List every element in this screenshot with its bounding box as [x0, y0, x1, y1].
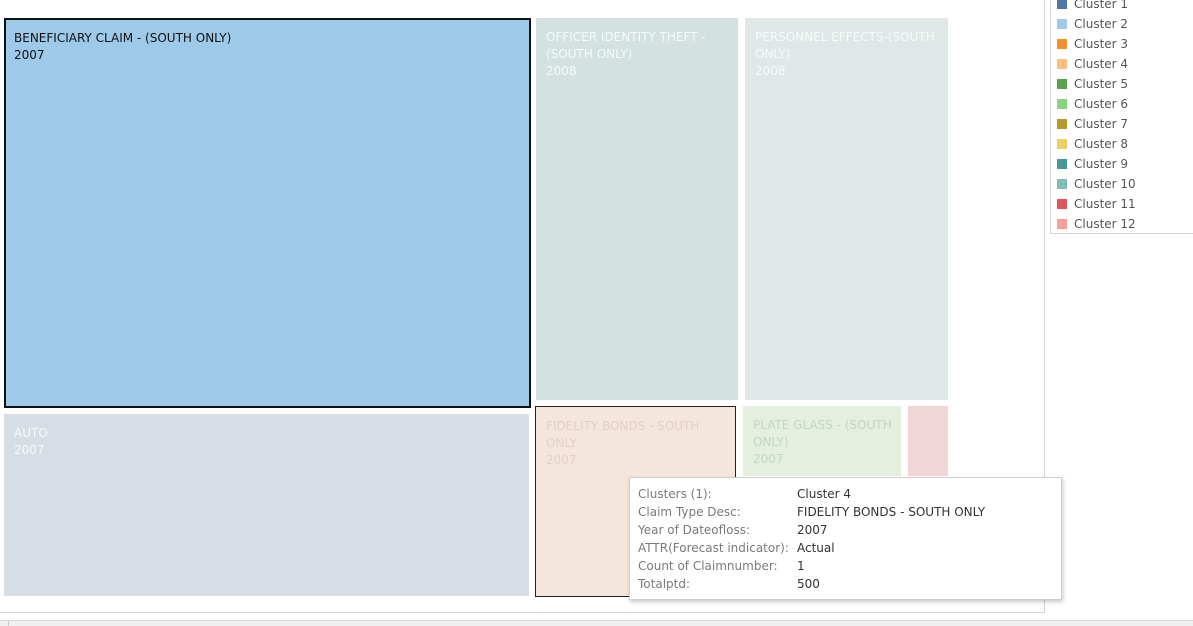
legend-item-cluster-9[interactable]: Cluster 9: [1057, 154, 1128, 174]
legend-item-cluster-12[interactable]: Cluster 12: [1057, 214, 1136, 234]
legend-label: Cluster 7: [1074, 117, 1129, 131]
horizontal-scrollbar[interactable]: [0, 620, 1193, 626]
tooltip-field-value: 2007: [797, 523, 828, 537]
legend-label: Cluster 5: [1074, 77, 1129, 91]
tile-year: 2008: [546, 64, 577, 78]
tooltip-field-value: 1: [797, 559, 805, 573]
cluster-legend: Cluster 1 Cluster 2 Cluster 3 Cluster 4 Clus…: [1050, 0, 1193, 234]
legend-swatch: [1057, 99, 1067, 109]
legend-swatch: [1057, 19, 1067, 29]
treemap-tile-beneficiary-claim-south-only[interactable]: BENEFICIARY CLAIM - (SOUTH ONLY) 2007: [4, 18, 531, 408]
legend-item-cluster-4[interactable]: Cluster 4: [1057, 54, 1128, 74]
treemap-tile-plate-glass-south-only[interactable]: PLATE GLASS - (SOUTH ONLY) 2007: [743, 406, 901, 476]
legend-item-cluster-1[interactable]: Cluster 1: [1057, 0, 1128, 14]
legend-swatch: [1057, 59, 1067, 69]
tooltip-field-value: 500: [797, 577, 820, 591]
legend-panel: Cluster 1 Cluster 2 Cluster 3 Cluster 4 Clus…: [1046, 0, 1193, 613]
legend-item-cluster-6[interactable]: Cluster 6: [1057, 94, 1128, 114]
legend-label: Cluster 6: [1074, 97, 1129, 111]
legend-swatch: [1057, 159, 1067, 169]
tile-claim-type: FIDELITY BONDS - SOUTH ONLY: [546, 419, 700, 450]
treemap-tile-label: BENEFICIARY CLAIM - (SOUTH ONLY) 2007: [14, 30, 521, 64]
legend-swatch: [1057, 199, 1067, 209]
tile-year: 2007: [14, 443, 45, 457]
legend-label: Cluster 3: [1074, 37, 1129, 51]
tooltip-field-label: ATTR(Forecast indicator):: [638, 541, 789, 555]
legend-item-cluster-3[interactable]: Cluster 3: [1057, 34, 1128, 54]
treemap-tile-label: AUTO 2007: [14, 425, 521, 459]
tooltip-row: Totalptd: 500: [638, 575, 1061, 593]
treemap-tile-label: OFFICER IDENTITY THEFT - (SOUTH ONLY) 200…: [546, 29, 730, 80]
legend-label: Cluster 10: [1074, 177, 1136, 191]
legend-item-cluster-8[interactable]: Cluster 8: [1057, 134, 1128, 154]
legend-swatch: [1057, 179, 1067, 189]
legend-item-cluster-11[interactable]: Cluster 11: [1057, 194, 1136, 214]
treemap-tile-label: FIDELITY BONDS - SOUTH ONLY 2007: [546, 418, 727, 469]
treemap-tile-label: PERSONNEL EFFECTS-(SOUTH ONLY) 2008: [755, 29, 940, 80]
tile-claim-type: OFFICER IDENTITY THEFT - (SOUTH ONLY): [546, 30, 706, 61]
legend-swatch: [1057, 119, 1067, 129]
tooltip-row: Count of Claimnumber: 1: [638, 557, 1061, 575]
treemap-tile-unlabeled[interactable]: [908, 406, 948, 476]
treemap-tile-personnel-effects-south-only[interactable]: PERSONNEL EFFECTS-(SOUTH ONLY) 2008: [745, 18, 948, 400]
tile-claim-type: PERSONNEL EFFECTS-(SOUTH ONLY): [755, 30, 935, 61]
legend-item-cluster-2[interactable]: Cluster 2: [1057, 14, 1128, 34]
tile-claim-type: PLATE GLASS - (SOUTH ONLY): [753, 418, 892, 449]
tooltip-field-label: Count of Claimnumber:: [638, 559, 778, 573]
legend-swatch: [1057, 219, 1067, 229]
tile-claim-type: BENEFICIARY CLAIM - (SOUTH ONLY): [14, 31, 232, 45]
treemap-tile-auto[interactable]: AUTO 2007: [4, 414, 529, 596]
tooltip-field-label: Claim Type Desc:: [638, 505, 741, 519]
legend-label: Cluster 2: [1074, 17, 1129, 31]
legend-swatch: [1057, 79, 1067, 89]
tooltip-row: Clusters (1): Cluster 4: [638, 485, 1061, 503]
treemap-tile-label: PLATE GLASS - (SOUTH ONLY) 2007: [753, 417, 893, 468]
legend-label: Cluster 8: [1074, 137, 1129, 151]
tile-year: 2007: [14, 48, 45, 62]
tile-year: 2007: [546, 453, 577, 467]
scrollbar-divider: [8, 621, 9, 626]
legend-label: Cluster 1: [1074, 0, 1129, 11]
tooltip-field-value: Cluster 4: [797, 487, 852, 501]
legend-swatch: [1057, 0, 1067, 9]
tooltip-field-value: Actual: [797, 541, 835, 555]
tooltip-row: ATTR(Forecast indicator): Actual: [638, 539, 1061, 557]
legend-swatch: [1057, 39, 1067, 49]
tooltip-field-label: Clusters (1):: [638, 487, 712, 501]
treemap-tile-officer-identity-theft-south-only[interactable]: OFFICER IDENTITY THEFT - (SOUTH ONLY) 200…: [536, 18, 738, 400]
tooltip-field-label: Totalptd:: [638, 577, 691, 591]
legend-label: Cluster 12: [1074, 217, 1136, 231]
tooltip-field-label: Year of Dateofloss:: [638, 523, 751, 537]
legend-label: Cluster 4: [1074, 57, 1129, 71]
legend-item-cluster-10[interactable]: Cluster 10: [1057, 174, 1136, 194]
tooltip-field-value: FIDELITY BONDS - SOUTH ONLY: [797, 505, 986, 519]
tooltip-row: Year of Dateofloss: 2007: [638, 521, 1061, 539]
legend-label: Cluster 9: [1074, 157, 1129, 171]
legend-swatch: [1057, 139, 1067, 149]
tooltip: Clusters (1): Cluster 4 Claim Type Desc: FI…: [629, 477, 1062, 600]
tile-year: 2008: [755, 64, 786, 78]
legend-item-cluster-7[interactable]: Cluster 7: [1057, 114, 1128, 134]
legend-item-cluster-5[interactable]: Cluster 5: [1057, 74, 1128, 94]
tooltip-row: Claim Type Desc: FIDELITY BONDS - SOUTH O…: [638, 503, 1061, 521]
legend-label: Cluster 11: [1074, 197, 1136, 211]
tile-claim-type: AUTO: [14, 426, 48, 440]
tile-year: 2007: [753, 452, 784, 466]
